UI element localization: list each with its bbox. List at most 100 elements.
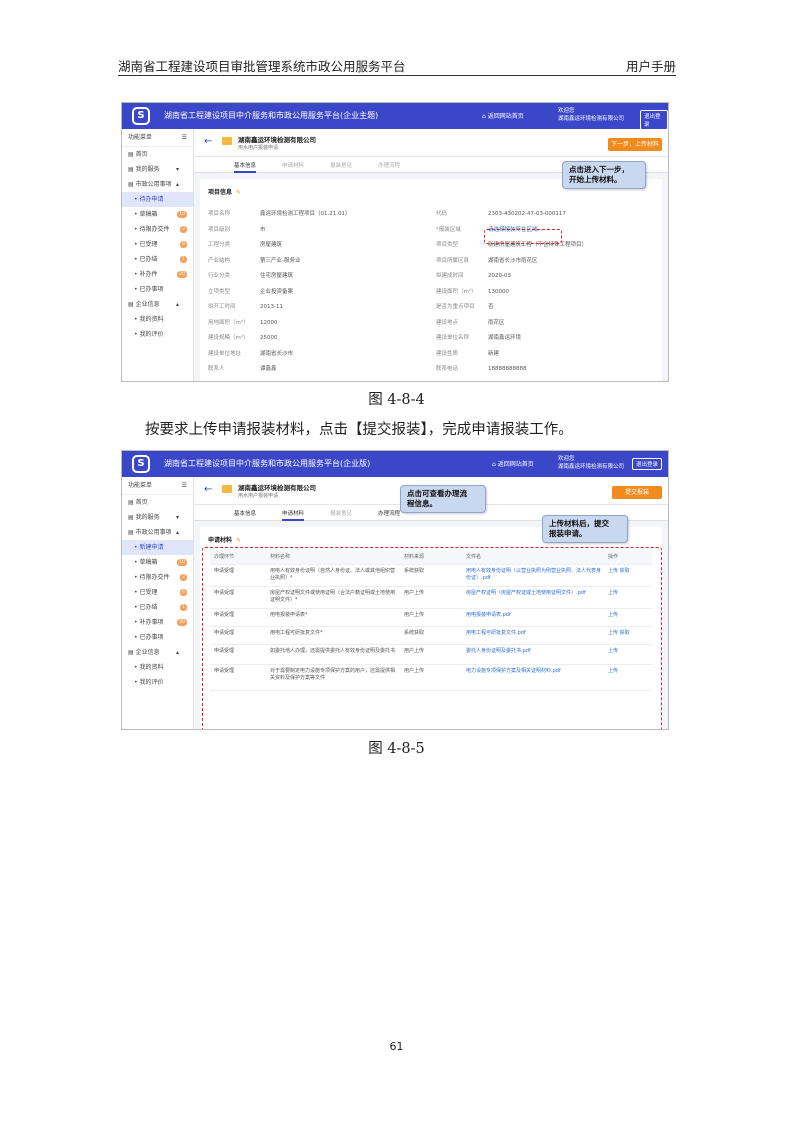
sidebar-item[interactable]: • 草稿箱 10 <box>122 555 193 570</box>
field-label: 是否为重点项目 <box>436 304 475 310</box>
menu-toggle-icon[interactable]: ☰ <box>182 129 187 147</box>
figure-caption: 图 4-8-5 <box>368 741 425 757</box>
sidebar-item[interactable]: • 新建申请 <box>122 540 193 555</box>
sidebar-item-label: 企业信息 <box>135 301 160 308</box>
field-value: 谭鑫鑫 <box>260 366 277 372</box>
sidebar-item[interactable]: • 已办结 1 <box>122 600 193 615</box>
chevron-icon[interactable]: ▴ <box>176 177 179 192</box>
tab-opinions[interactable]: 报装意见 <box>330 161 352 169</box>
process-callout: 点击可查看办理流 程信息。 <box>400 485 486 513</box>
sidebar-item[interactable]: ▤ 首页 <box>122 147 193 162</box>
field-label: 立项类型 <box>208 288 231 295</box>
sidebar-item[interactable]: • 我的评价 <box>122 327 193 342</box>
chevron-icon[interactable]: ▴ <box>176 645 179 660</box>
info-field: 联系人 谭鑫鑫 <box>208 364 277 372</box>
sidebar-item-label: 补办件 <box>139 271 158 278</box>
tab-materials[interactable]: 申请材料 <box>282 509 305 521</box>
user-company: 湖南鑫运环境检测有限公司 <box>558 464 625 470</box>
user-company: 湖南鑫运环境检测有限公司 <box>558 116 625 122</box>
back-arrow-icon[interactable]: ← <box>204 136 212 147</box>
sidebar-item-label: 我的服务 <box>135 514 160 521</box>
sidebar-item[interactable]: • 待限办交件 2 <box>122 222 193 237</box>
screenshot-4-8-5: S 湖南省工程建设项目中介服务和市政公用服务平台(企业版) ⌂ 返回网站首页 欢… <box>121 450 669 730</box>
tab-opinions[interactable]: 报装意见 <box>330 509 352 517</box>
field-value: 湖南省长沙市雨花区 <box>488 257 538 264</box>
info-field: 建设规模（m²） 25000 <box>208 333 278 341</box>
info-field: 建设面积（m²） 130000 <box>436 287 509 295</box>
running-header: 湖南省工程建设项目审批管理系统市政公用服务平台 用户手册 <box>118 56 676 76</box>
field-value: 130000 <box>488 288 509 295</box>
sidebar-title: 功能菜单 <box>128 134 153 141</box>
user-info: 欢迎您 湖南鑫运环境检测有限公司 <box>558 107 624 123</box>
submit-button[interactable]: 提交报装 <box>612 486 662 499</box>
sidebar-item[interactable]: • 我的资料 <box>122 660 193 675</box>
tab-materials[interactable]: 申请材料 <box>282 161 304 169</box>
sidebar-item[interactable]: • 我的评价 <box>122 675 193 690</box>
sidebar-item-label: 我的评价 <box>139 331 164 338</box>
menu-group-icon: ▤ <box>128 499 136 506</box>
callout-line: 程信息。 <box>407 499 437 508</box>
chevron-icon[interactable]: ▾ <box>176 162 179 177</box>
edit-icon[interactable]: ✎ <box>236 537 241 544</box>
field-value: 湖南省长沙市 <box>260 350 294 357</box>
menu-group-icon: ▤ <box>128 301 136 308</box>
sidebar-item[interactable]: • 已办结 1 <box>122 252 193 267</box>
sidebar-item[interactable]: • 补办件 20 <box>122 267 193 282</box>
sidebar-item[interactable]: • 已办事项 <box>122 282 193 297</box>
sidebar-title: 功能菜单 <box>128 482 153 489</box>
sidebar-item[interactable]: • 待限办交件 2 <box>122 570 193 585</box>
sidebar-item[interactable]: • 已受理 6 <box>122 237 193 252</box>
field-value: 12000 <box>260 319 278 326</box>
sidebar-item[interactable]: ▤ 市政公用事项 ▴ <box>122 177 193 192</box>
sidebar-item[interactable]: ▤ 我的服务 ▾ <box>122 510 193 525</box>
tab-process[interactable]: 办理流程 <box>378 161 400 169</box>
info-field: 联系电话 18888888888 <box>436 364 527 372</box>
folder-icon <box>222 137 232 145</box>
sidebar-item[interactable]: ▤ 我的服务 ▾ <box>122 162 193 177</box>
page-number: 61 <box>389 1040 404 1053</box>
sidebar-item[interactable]: • 已受理 6 <box>122 585 193 600</box>
sidebar-item[interactable]: • 我的资料 <box>122 312 193 327</box>
field-value: 25000 <box>260 335 278 341</box>
logout-button[interactable]: 退出登录 <box>640 110 668 130</box>
home-link[interactable]: ⌂ 返回网站首页 <box>482 111 524 120</box>
sidebar-item[interactable]: ▤ 企业信息 ▴ <box>122 645 193 660</box>
sidebar-item[interactable]: • 已办事项 <box>122 630 193 645</box>
header-title: 湖南省工程建设项目审批管理系统市政公用服务平台 <box>118 59 406 74</box>
sidebar-item-label: 我的评价 <box>139 679 164 686</box>
menu-group-icon: ▤ <box>128 529 136 536</box>
sidebar: 功能菜单 ☰ ▤ 首页 ▤ 我的服务 ▾ ▤ 市政公用事项 ▴ • 待办申请 • 草稿箱 10 •… <box>122 129 194 381</box>
callout-line: 点击进入下一步， <box>569 165 629 174</box>
field-label: 工程分类 <box>208 242 231 248</box>
menu-toggle-icon[interactable]: ☰ <box>182 477 187 495</box>
info-field: 建设单位名称 湖南鑫运环境 <box>436 333 521 341</box>
home-link[interactable]: ⌂ 返回网站首页 <box>492 459 534 468</box>
info-field: 拟建成时间 2020-03 <box>436 271 511 279</box>
sidebar-item[interactable]: ▤ 市政公用事项 ▴ <box>122 525 193 540</box>
edit-icon[interactable]: ✎ <box>236 189 241 196</box>
chevron-icon[interactable]: ▾ <box>176 510 179 525</box>
sidebar-item[interactable]: • 待办申请 <box>122 192 193 207</box>
field-label: 项目名称 <box>208 211 231 217</box>
sidebar-item-label: 补办事项 <box>139 619 164 626</box>
user-info: 欢迎您 湖南鑫运环境检测有限公司 <box>558 455 624 471</box>
next-step-button[interactable]: 下一步，上传材料 <box>608 138 662 151</box>
back-arrow-icon[interactable]: ← <box>204 484 212 495</box>
materials-highlight <box>202 547 662 729</box>
chevron-icon[interactable]: ▴ <box>176 525 179 540</box>
application-type: 用水用户报装申请 <box>238 493 279 499</box>
sidebar-item-label: 我的资料 <box>139 316 164 323</box>
logout-button[interactable]: 退出登录 <box>632 458 663 470</box>
tab-basic-info[interactable]: 基本信息 <box>234 161 257 173</box>
sidebar-item[interactable]: • 草稿箱 10 <box>122 207 193 222</box>
field-value: 市 <box>260 226 266 233</box>
sidebar-item[interactable]: ▤ 首页 <box>122 495 193 510</box>
sidebar-item[interactable]: ▤ 企业信息 ▴ <box>122 297 193 312</box>
menu-group-icon: ▤ <box>128 514 136 521</box>
tab-process[interactable]: 办理流程 <box>378 509 400 517</box>
tab-basic-info[interactable]: 基本信息 <box>234 509 256 517</box>
sidebar-item[interactable]: • 补办事项 20 <box>122 615 193 630</box>
chevron-icon[interactable]: ▴ <box>176 297 179 312</box>
app-title: 湖南省工程建设项目中介服务和市政公用服务平台(企业版) <box>164 459 371 468</box>
info-field: 拟开工时间 2013-11 <box>208 302 283 310</box>
